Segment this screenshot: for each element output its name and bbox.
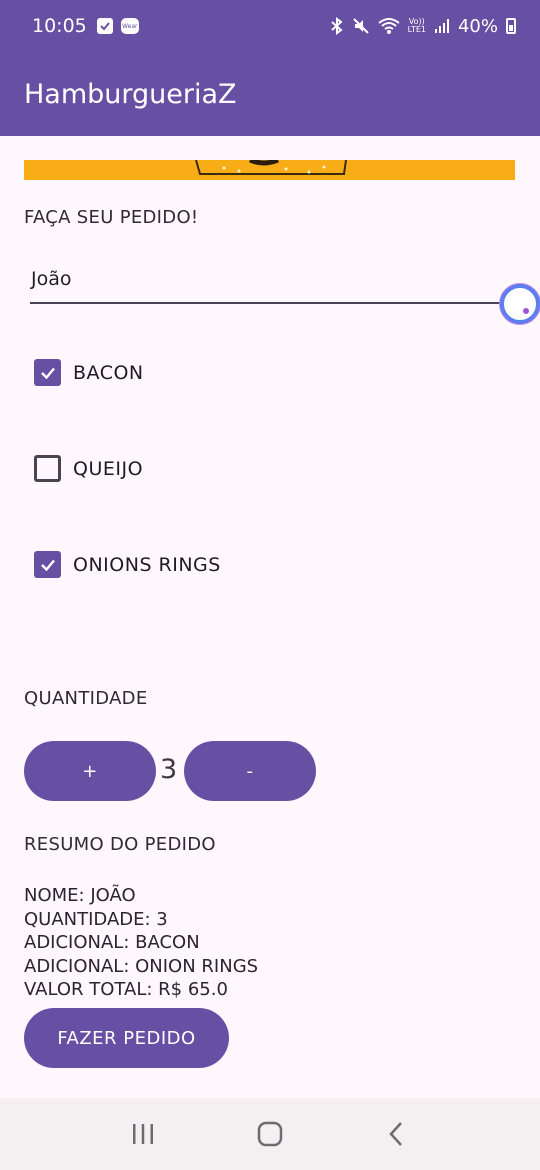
- decrement-button[interactable]: -: [184, 741, 316, 801]
- app-title: HamburgueriaZ: [24, 78, 237, 110]
- checkbox-queijo[interactable]: QUEIJO: [34, 455, 143, 482]
- checkbox-onion-rings[interactable]: ONIONS RINGS: [34, 551, 221, 578]
- system-nav-bar: [0, 1098, 540, 1170]
- name-input-value[interactable]: João: [30, 268, 508, 290]
- checkbox-checked-icon[interactable]: [34, 359, 61, 386]
- place-order-button[interactable]: FAZER PEDIDO: [24, 1008, 229, 1068]
- checkbox-checked-icon[interactable]: [34, 551, 61, 578]
- text-cursor-handle[interactable]: [500, 284, 540, 324]
- check-notification-icon: [96, 18, 113, 34]
- mute-icon: [352, 18, 369, 34]
- wear-app-icon: Wear: [120, 18, 139, 34]
- checkbox-onion-rings-label: ONIONS RINGS: [73, 553, 221, 576]
- quantity-value: 3: [160, 754, 178, 785]
- increment-button[interactable]: +: [24, 741, 156, 801]
- checkbox-bacon[interactable]: BACON: [34, 359, 144, 386]
- bluetooth-icon: [330, 17, 343, 35]
- checkbox-queijo-label: QUEIJO: [73, 457, 144, 480]
- battery-percent: 40%: [457, 15, 498, 37]
- back-icon[interactable]: [384, 1121, 410, 1147]
- checkbox-bacon-label: BACON: [73, 361, 144, 384]
- summary-heading: RESUMO DO PEDIDO: [24, 834, 216, 855]
- banner-image: [24, 160, 515, 180]
- quantity-heading: QUANTIDADE: [24, 688, 148, 709]
- summary-name: NOME: JOÃO: [24, 885, 136, 906]
- name-input[interactable]: João: [30, 268, 508, 304]
- signal-icon: [434, 19, 449, 33]
- app-bar: HamburgueriaZ: [0, 52, 540, 136]
- lte-indicator: Vo)) LTE1: [407, 17, 426, 34]
- summary-addon-bacon: ADICIONAL: BACON: [24, 932, 200, 954]
- summary-addon-onion-rings: ADICIONAL: ONION RINGS: [24, 955, 259, 977]
- recent-apps-icon[interactable]: [130, 1121, 156, 1147]
- checkbox-unchecked-icon[interactable]: [34, 455, 61, 482]
- summary-total: VALOR TOTAL: R$ 65.0: [24, 979, 228, 1001]
- status-time: 10:05: [32, 15, 87, 37]
- home-icon[interactable]: [256, 1120, 284, 1148]
- order-summary: NOME: JOÃO QUANTIDADE: 3 ADICIONAL: BACO…: [24, 884, 258, 1002]
- wifi-icon: [377, 18, 400, 34]
- name-input-underline: [30, 302, 508, 304]
- battery-icon: [506, 18, 516, 34]
- summary-quantity: QUANTIDADE: 3: [24, 908, 168, 930]
- status-bar: 10:05 Wear Vo)) LTE1 40%: [0, 0, 540, 52]
- banner-illustration: [195, 160, 347, 175]
- order-heading: FAÇA SEU PEDIDO!: [24, 207, 199, 228]
